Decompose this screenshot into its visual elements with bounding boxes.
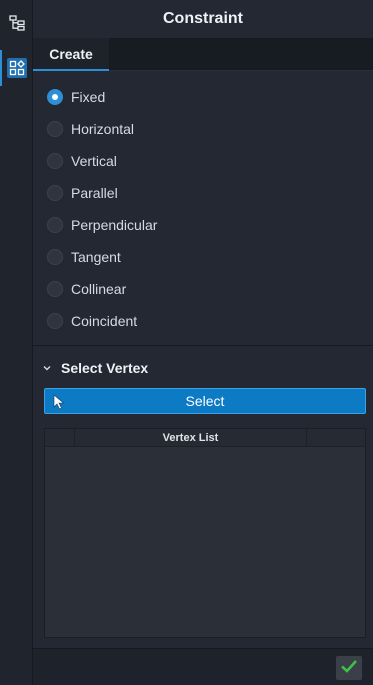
confirm-button[interactable] bbox=[336, 656, 362, 680]
radio-perpendicular[interactable]: Perpendicular bbox=[47, 213, 157, 237]
radio-button[interactable] bbox=[47, 217, 63, 233]
radio-collinear[interactable]: Collinear bbox=[47, 277, 126, 301]
column-header-vertex-list[interactable]: Vertex List bbox=[75, 429, 307, 447]
radio-button[interactable] bbox=[47, 313, 63, 329]
radio-label: Perpendicular bbox=[71, 217, 158, 233]
radio-horizontal[interactable]: Horizontal bbox=[47, 117, 134, 141]
side-rail bbox=[0, 0, 33, 685]
select-vertex-header[interactable]: Select Vertex bbox=[33, 356, 373, 380]
column-header-index[interactable] bbox=[45, 429, 75, 447]
tree-icon bbox=[7, 13, 27, 33]
radio-parallel[interactable]: Parallel bbox=[47, 181, 118, 205]
radio-label: Vertical bbox=[71, 153, 117, 169]
radio-button[interactable] bbox=[47, 249, 63, 265]
tab-bar: Create bbox=[33, 38, 373, 71]
radio-label: Parallel bbox=[71, 185, 118, 201]
select-button[interactable]: Select bbox=[44, 388, 366, 414]
radio-label: Coincident bbox=[71, 313, 138, 329]
vertex-list[interactable]: Vertex List bbox=[44, 428, 366, 638]
radio-tangent[interactable]: Tangent bbox=[47, 245, 121, 269]
radio-button[interactable] bbox=[47, 281, 63, 297]
panel-title: Constraint bbox=[33, 0, 373, 38]
radio-button[interactable] bbox=[47, 153, 63, 169]
cursor-icon bbox=[53, 394, 65, 410]
list-header: Vertex List bbox=[45, 429, 365, 447]
radio-label: Collinear bbox=[71, 281, 127, 297]
footer bbox=[33, 649, 373, 685]
select-button-label: Select bbox=[185, 393, 225, 409]
radio-coincident[interactable]: Coincident bbox=[47, 309, 137, 333]
radio-button-checked[interactable] bbox=[47, 89, 63, 105]
radio-label: Tangent bbox=[71, 249, 121, 265]
constraint-panel: Constraint Create Fixed Horizontal Verti… bbox=[33, 0, 373, 685]
radio-button[interactable] bbox=[47, 185, 63, 201]
radio-button[interactable] bbox=[47, 121, 63, 137]
section-title: Select Vertex bbox=[61, 360, 149, 376]
tab-create[interactable]: Create bbox=[33, 38, 109, 71]
radio-label: Horizontal bbox=[71, 121, 135, 137]
column-header-extra[interactable] bbox=[307, 429, 365, 447]
divider bbox=[33, 345, 373, 346]
tree-view-button[interactable] bbox=[0, 3, 33, 43]
constraint-icon bbox=[6, 58, 27, 78]
radio-vertical[interactable]: Vertical bbox=[47, 149, 117, 173]
radio-fixed[interactable]: Fixed bbox=[47, 85, 105, 109]
chevron-down-icon[interactable] bbox=[42, 363, 52, 373]
checkmark-icon bbox=[340, 658, 358, 679]
radio-label: Fixed bbox=[71, 89, 106, 105]
constraint-view-button[interactable] bbox=[0, 48, 33, 88]
